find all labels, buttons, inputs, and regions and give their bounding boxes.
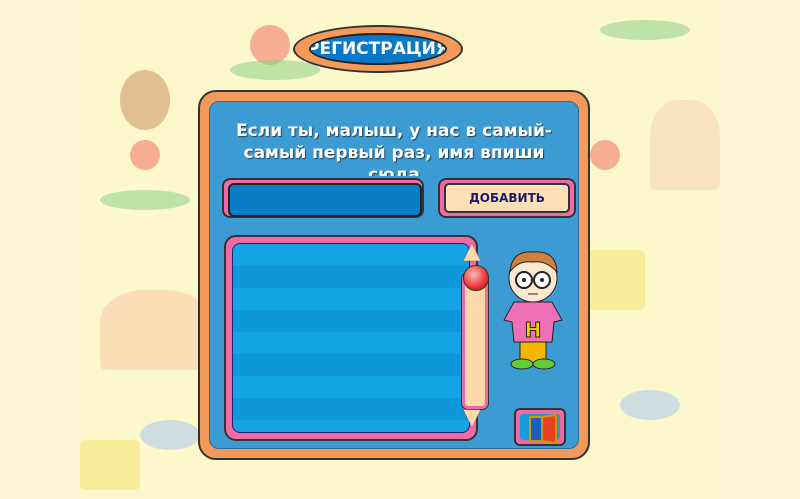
boy-character-icon: H bbox=[503, 251, 563, 370]
exit-button[interactable] bbox=[514, 408, 566, 446]
name-field[interactable] bbox=[222, 178, 424, 218]
user-list-area[interactable] bbox=[232, 243, 470, 433]
user-list[interactable]: ▲ ▼ bbox=[224, 235, 489, 441]
scrollbar-thumb[interactable] bbox=[463, 265, 489, 291]
scrollbar-track[interactable] bbox=[461, 272, 489, 410]
prompt-text: Если ты, малыш, у нас в самый-самый перв… bbox=[236, 121, 552, 176]
name-input[interactable] bbox=[228, 183, 422, 217]
svg-text:H: H bbox=[525, 318, 542, 342]
scroll-down-icon[interactable]: ▼ bbox=[460, 407, 484, 429]
scroll-up-icon[interactable]: ▲ bbox=[460, 241, 484, 263]
registration-dialog: Если ты, малыш, у нас в самый-самый перв… bbox=[198, 90, 590, 460]
door-icon bbox=[529, 413, 557, 445]
title-banner: РЕГИСТРАЦИЯ bbox=[293, 25, 463, 73]
title-text: РЕГИСТРАЦИЯ bbox=[309, 33, 447, 65]
add-button-label: ДОБАВИТЬ bbox=[444, 183, 570, 213]
add-button[interactable]: ДОБАВИТЬ bbox=[438, 178, 576, 218]
